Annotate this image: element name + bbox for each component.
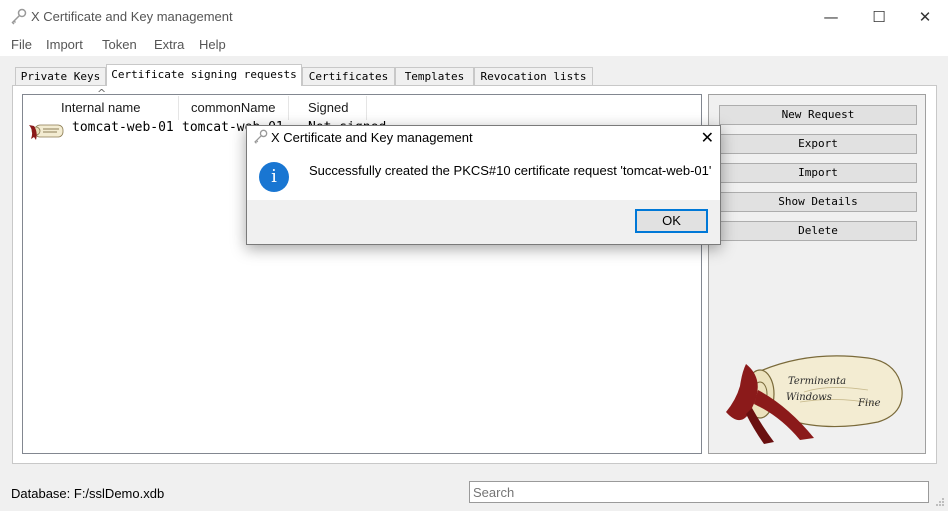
close-button[interactable]: ✕ — [902, 0, 948, 34]
close-icon: ✕ — [918, 8, 932, 26]
logo-text-1: Terminenta — [788, 376, 847, 387]
tab-certificate-signing-requests[interactable]: Certificate signing requests — [106, 64, 302, 86]
menu-bar — [0, 34, 948, 56]
export-button[interactable]: Export — [719, 134, 917, 154]
delete-button[interactable]: Delete — [719, 221, 917, 241]
database-status: Database: F:/sslDemo.xdb — [11, 486, 165, 501]
csr-icon — [25, 121, 65, 145]
menu-help[interactable]: Help — [199, 37, 226, 52]
dialog-app-key-icon — [252, 129, 268, 149]
column-separator[interactable] — [288, 96, 289, 120]
dialog-message: Successfully created the PKCS#10 certifi… — [309, 163, 712, 178]
import-button[interactable]: Import — [719, 163, 917, 183]
window-title: X Certificate and Key management — [31, 9, 233, 24]
dialog-title: X Certificate and Key management — [271, 130, 473, 145]
row-internal-name: tomcat-web-01 — [72, 120, 174, 135]
tab-certificates[interactable]: Certificates — [302, 67, 395, 85]
dialog-close-icon[interactable]: ✕ — [701, 128, 714, 147]
column-header-common-name[interactable]: commonName — [191, 96, 276, 120]
maximize-icon: ☐ — [872, 8, 886, 26]
tab-templates[interactable]: Templates — [395, 67, 474, 85]
column-header-internal-name[interactable]: Internal name — [61, 96, 141, 120]
show-details-button[interactable]: Show Details — [719, 192, 917, 212]
tab-private-keys[interactable]: Private Keys — [15, 67, 106, 85]
resize-grip-icon[interactable] — [935, 496, 945, 506]
tab-revocation-lists[interactable]: Revocation lists — [474, 67, 593, 85]
ok-button[interactable]: OK — [635, 209, 708, 233]
menu-extra[interactable]: Extra — [154, 37, 184, 52]
maximize-button[interactable]: ☐ — [856, 0, 902, 34]
info-dialog: X Certificate and Key management ✕ i Suc… — [246, 125, 721, 245]
column-separator[interactable] — [178, 96, 179, 120]
xca-logo: Terminenta Windows Fine — [718, 350, 908, 446]
logo-text-3: Fine — [858, 398, 881, 409]
menu-token[interactable]: Token — [102, 37, 137, 52]
column-header-signed[interactable]: Signed — [308, 96, 348, 120]
search-input[interactable] — [469, 481, 929, 503]
minimize-button[interactable]: — — [808, 0, 854, 34]
info-icon: i — [259, 162, 289, 192]
new-request-button[interactable]: New Request — [719, 105, 917, 125]
menu-file[interactable]: File — [11, 37, 32, 52]
logo-text-2: Windows — [786, 392, 832, 403]
minimize-icon: — — [823, 8, 839, 26]
app-key-icon — [9, 8, 27, 30]
column-separator[interactable] — [366, 96, 367, 120]
menu-import[interactable]: Import — [46, 37, 83, 52]
